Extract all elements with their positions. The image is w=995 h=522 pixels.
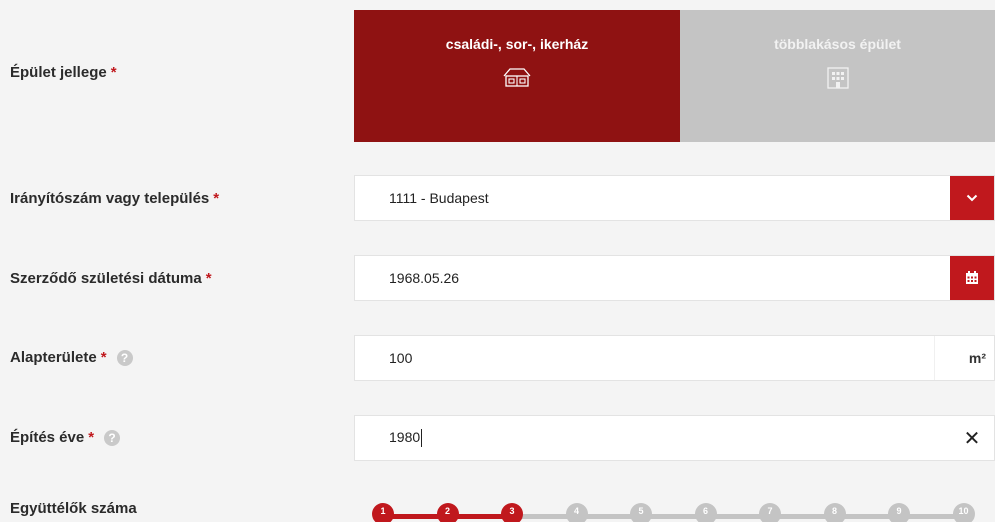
birth-date-value: 1968.05.26 [389,270,460,286]
stepper-step-1[interactable]: 1 [372,503,394,522]
birth-date-label: Szerződő születési dátuma * [10,270,212,287]
required-mark: * [100,349,107,366]
build-year-value: 1980 [389,428,421,445]
required-mark: * [110,64,117,81]
building-type-option-label: családi-, sor-, ikerház [445,36,589,52]
build-year-label: Építés éve * ? [10,429,121,446]
stepper-step-3[interactable]: 3 [501,503,523,522]
build-year-value-wrap: 1980 [355,428,950,448]
text-cursor [421,429,423,448]
clear-icon[interactable]: ✕ [950,416,994,460]
calendar-button[interactable] [950,256,994,300]
house-icon [503,68,531,87]
occupants-label-text: Együttélők száma [10,500,137,517]
stepper-step-8[interactable]: 8 [823,503,846,522]
floor-area-label-text: Alapterülete [10,349,97,366]
building-type-label-text: Épület jellege [10,64,107,81]
occupants-label: Együttélők száma [10,500,137,517]
stepper-step-5[interactable]: 5 [630,503,652,522]
birth-date-input[interactable]: 1968.05.26 [354,255,995,301]
building-type-option-house[interactable]: családi-, sor-, ikerház [354,10,680,142]
building-type-option-apartment[interactable]: többlakásos épület [680,10,995,142]
calendar-icon [966,271,978,284]
build-year-label-text: Építés éve [10,429,85,446]
help-icon[interactable]: ? [116,349,133,366]
occupants-stepper[interactable]: 1 2 3 4 5 6 7 8 9 10 [372,500,992,522]
apartment-building-icon [826,67,849,89]
floor-area-input[interactable]: 100 m² [354,335,995,381]
help-icon[interactable]: ? [104,429,121,446]
postal-code-select[interactable]: 1111 - Budapest [354,175,995,221]
building-type-label: Épület jellege * [10,64,117,81]
postal-code-value: 1111 - Budapest [389,190,489,206]
birth-date-label-text: Szerződő születési dátuma [10,270,202,287]
stepper-step-2[interactable]: 2 [436,503,459,522]
chevron-down-icon [966,194,978,202]
floor-area-value: 100 [389,350,413,366]
floor-area-unit: m² [934,336,994,380]
stepper-step-6[interactable]: 6 [694,503,717,522]
stepper-step-10[interactable]: 10 [952,503,975,522]
postal-code-label: Irányítószám vagy település * [10,190,219,207]
build-year-input[interactable]: 1980 ✕ [354,415,995,461]
stepper-step-7[interactable]: 7 [759,503,781,522]
floor-area-label: Alapterülete * ? [10,349,133,366]
stepper-step-4[interactable]: 4 [565,503,588,522]
required-mark: * [213,190,220,207]
building-type-option-label: többlakásos épület [774,36,901,52]
required-mark: * [205,270,212,287]
stepper-step-9[interactable]: 9 [888,503,910,522]
dropdown-button[interactable] [950,176,994,220]
postal-code-label-text: Irányítószám vagy település [10,190,210,207]
required-mark: * [88,429,95,446]
